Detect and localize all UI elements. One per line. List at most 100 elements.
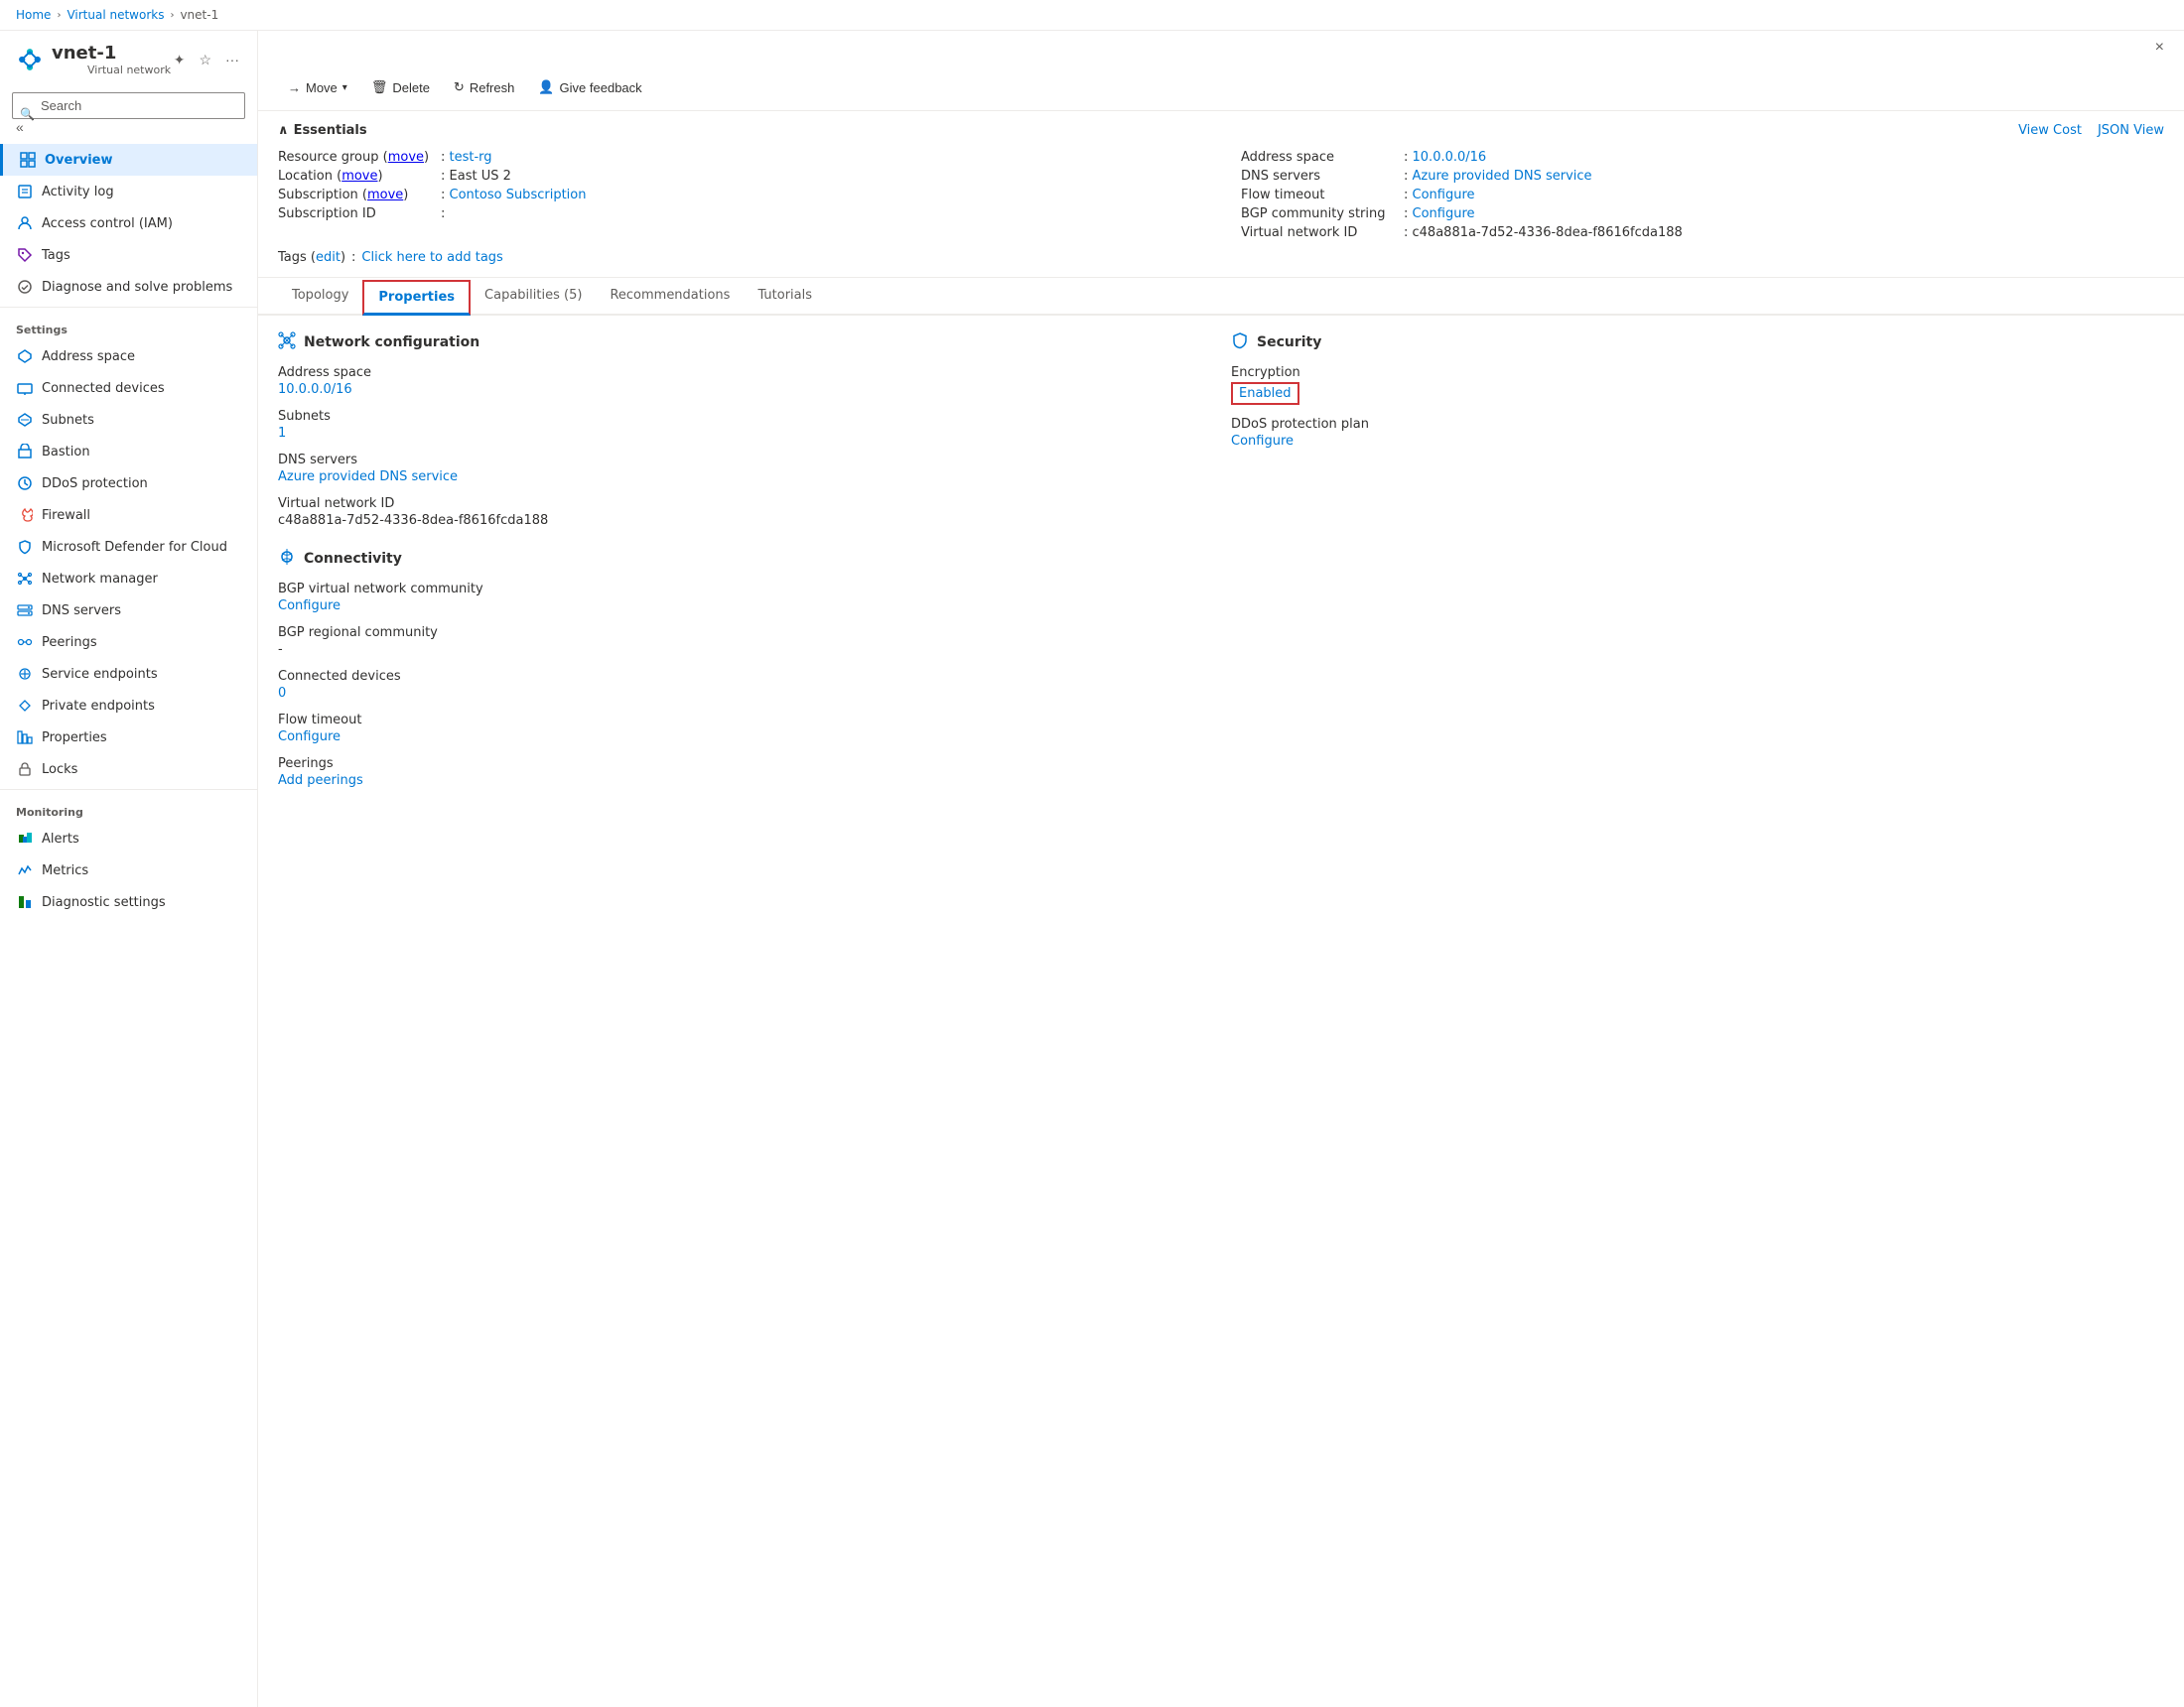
address-space-link[interactable]: 10.0.0.0/16 — [1413, 150, 1487, 165]
sidebar-item-private-endpoints[interactable]: Private endpoints — [0, 690, 257, 722]
search-container: 🔍 « — [12, 92, 245, 136]
refresh-button[interactable]: ↻ Refresh — [444, 74, 524, 100]
sidebar-item-locks[interactable]: Locks — [0, 753, 257, 785]
sidebar-item-access-control[interactable]: Access control (IAM) — [0, 207, 257, 239]
prop-peerings: Peerings Add peerings — [278, 756, 1211, 788]
close-button[interactable]: × — [2151, 35, 2168, 61]
move-label: Move — [306, 80, 338, 95]
essentials-location-row: Location (move) : East US 2 — [278, 167, 1201, 186]
tab-recommendations[interactable]: Recommendations — [596, 278, 744, 316]
resource-group-link[interactable]: test-rg — [450, 150, 492, 165]
overview-icon — [19, 151, 37, 169]
flow-timeout-link[interactable]: Configure — [1413, 188, 1475, 202]
dns-servers-icon — [16, 601, 34, 619]
essentials-location-value: : East US 2 — [441, 169, 511, 184]
tab-topology[interactable]: Topology — [278, 278, 362, 316]
location-move-link[interactable]: move — [341, 169, 377, 184]
sidebar-item-diagnose[interactable]: Diagnose and solve problems — [0, 271, 257, 303]
properties-left-column: Network configuration Address space 10.0… — [278, 331, 1211, 800]
essentials-address-space-value: : 10.0.0.0/16 — [1404, 150, 1486, 165]
star-button[interactable]: ☆ — [197, 50, 213, 70]
essentials-collapse-icon[interactable]: ∧ — [278, 123, 289, 138]
sidebar-item-subnets-label: Subnets — [42, 413, 94, 428]
tags-sep: : — [351, 250, 355, 265]
feedback-button[interactable]: 👤 Give feedback — [528, 74, 651, 100]
prop-encryption-value[interactable]: Enabled — [1239, 386, 1292, 401]
sidebar-item-properties[interactable]: Properties — [0, 722, 257, 753]
resource-group-move-link[interactable]: move — [388, 150, 424, 165]
essentials-flow-timeout-value: : Configure — [1404, 188, 1475, 202]
prop-address-space-value[interactable]: 10.0.0.0/16 — [278, 382, 1211, 397]
tab-capabilities[interactable]: Capabilities (5) — [471, 278, 596, 316]
prop-subnets-value[interactable]: 1 — [278, 426, 1211, 441]
sidebar-item-tags[interactable]: Tags — [0, 239, 257, 271]
prop-bgp-community-value[interactable]: Configure — [278, 598, 1211, 613]
essentials-title-label: Essentials — [294, 123, 367, 138]
tab-tutorials[interactable]: Tutorials — [744, 278, 826, 316]
prop-bgp-community-label: BGP virtual network community — [278, 582, 1211, 596]
prop-bgp-regional-value: - — [278, 642, 1211, 657]
prop-connected-devices-value[interactable]: 0 — [278, 686, 1211, 701]
access-control-icon — [16, 214, 34, 232]
tags-row: Tags (edit) : Click here to add tags — [278, 250, 2164, 265]
sidebar-item-service-endpoints[interactable]: Service endpoints — [0, 658, 257, 690]
tab-properties[interactable]: Properties — [362, 280, 471, 316]
sidebar-item-firewall[interactable]: Firewall — [0, 499, 257, 531]
sidebar-item-subnets[interactable]: Subnets — [0, 404, 257, 436]
tags-add-link[interactable]: Click here to add tags — [361, 250, 502, 265]
sidebar-nav: Overview Activity log Access control (IA… — [0, 144, 257, 918]
sidebar-item-activity-log[interactable]: Activity log — [0, 176, 257, 207]
essentials-address-space-label: Address space — [1241, 150, 1400, 165]
settings-section-label: Settings — [0, 312, 257, 340]
prop-subnets-label: Subnets — [278, 409, 1211, 424]
tags-edit-link[interactable]: edit — [316, 250, 341, 265]
prop-peerings-label: Peerings — [278, 756, 1211, 771]
prop-encryption-label: Encryption — [1231, 365, 2164, 380]
essentials-links: View Cost JSON View — [2018, 123, 2164, 138]
breadcrumb-sep2: › — [170, 10, 174, 21]
view-cost-link[interactable]: View Cost — [2018, 123, 2082, 138]
prop-dns-servers-value[interactable]: Azure provided DNS service — [278, 469, 1211, 484]
more-button[interactable]: ··· — [223, 50, 241, 69]
sidebar-item-defender[interactable]: Microsoft Defender for Cloud — [0, 531, 257, 563]
subscription-link[interactable]: Contoso Subscription — [450, 188, 587, 202]
prop-peerings-value[interactable]: Add peerings — [278, 773, 1211, 788]
toolbar: → Move ▾ 🗑 Delete ↻ Refresh 👤 Give feedb… — [258, 65, 2184, 111]
essentials-bgp-value: : Configure — [1404, 206, 1475, 221]
connectivity-section: Connectivity BGP virtual network communi… — [278, 548, 1211, 788]
sidebar-item-address-space[interactable]: Address space — [0, 340, 257, 372]
vnet-icon — [16, 46, 44, 73]
delete-button[interactable]: 🗑 Delete — [361, 74, 440, 100]
sidebar-item-metrics[interactable]: Metrics — [0, 854, 257, 886]
breadcrumb-home[interactable]: Home — [16, 8, 51, 22]
essentials-vnet-id-row: Virtual network ID : c48a881a-7d52-4336-… — [1241, 223, 2164, 242]
sidebar-item-peerings[interactable]: Peerings — [0, 626, 257, 658]
sidebar-item-alerts[interactable]: Alerts — [0, 823, 257, 854]
subscription-move-link[interactable]: move — [367, 188, 403, 202]
sidebar-item-ddos[interactable]: DDoS protection — [0, 467, 257, 499]
sidebar-item-network-manager[interactable]: Network manager — [0, 563, 257, 594]
search-input[interactable] — [12, 92, 245, 119]
sidebar-item-overview[interactable]: Overview — [0, 144, 257, 176]
sidebar-item-bastion[interactable]: Bastion — [0, 436, 257, 467]
move-button[interactable]: → Move ▾ — [278, 75, 357, 100]
essentials-bgp-row: BGP community string : Configure — [1241, 204, 2164, 223]
json-view-link[interactable]: JSON View — [2098, 123, 2164, 138]
delete-icon: 🗑 — [371, 79, 388, 95]
essentials-title: ∧ Essentials — [278, 123, 367, 138]
ddos-icon — [16, 474, 34, 492]
breadcrumb-parent[interactable]: Virtual networks — [67, 8, 164, 22]
settings-divider — [0, 307, 257, 308]
essentials-subscription-id-value: : — [441, 206, 445, 221]
security-icon — [1231, 331, 1249, 353]
collapse-sidebar-button[interactable]: « — [16, 119, 24, 135]
sidebar-item-dns-servers[interactable]: DNS servers — [0, 594, 257, 626]
sidebar-item-connected-devices[interactable]: Connected devices — [0, 372, 257, 404]
prop-ddos-plan-value[interactable]: Configure — [1231, 434, 2164, 449]
sidebar-item-diagnostic-settings[interactable]: Diagnostic settings — [0, 886, 257, 918]
sidebar: vnet-1 Virtual network ✦ ☆ ··· 🔍 « — [0, 31, 258, 1707]
dns-link[interactable]: Azure provided DNS service — [1413, 169, 1592, 184]
pin-button[interactable]: ✦ — [172, 50, 188, 70]
prop-flow-timeout-value[interactable]: Configure — [278, 729, 1211, 744]
bgp-configure-link[interactable]: Configure — [1413, 206, 1475, 221]
